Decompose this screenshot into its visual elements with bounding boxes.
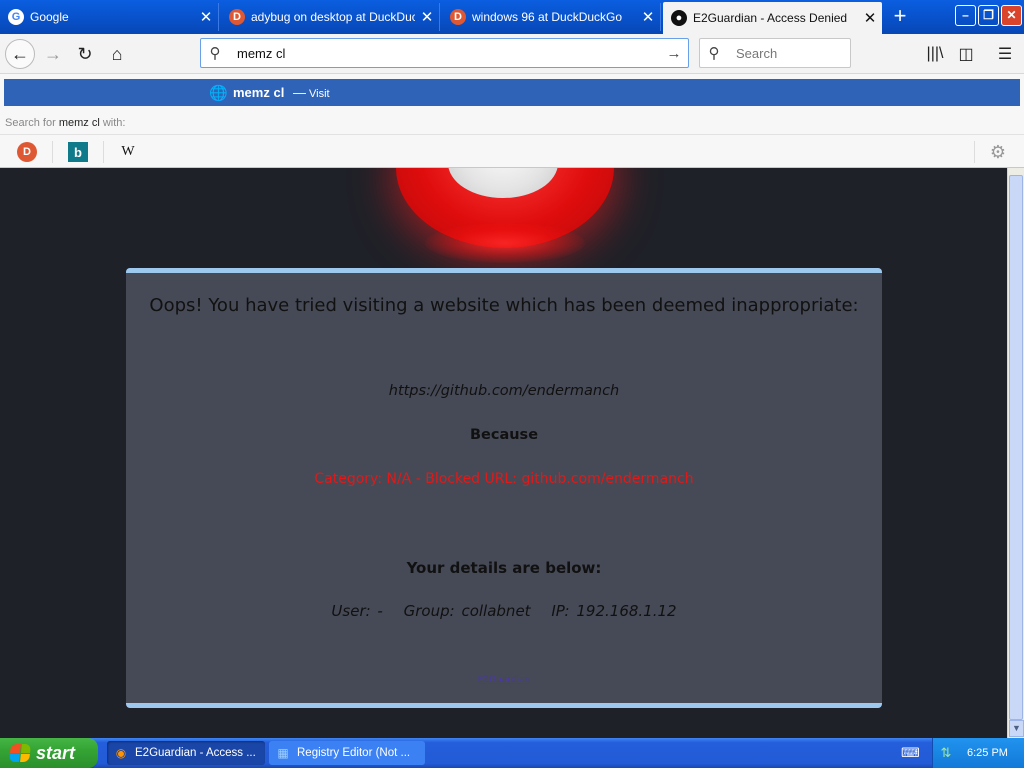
tab-e2guardian[interactable]: ● E2Guardian - Access Denied ✕ xyxy=(663,2,882,34)
engine-glyph: D xyxy=(23,146,31,158)
duckduckgo-icon: D xyxy=(450,9,466,25)
windows-logo-icon xyxy=(9,744,31,762)
group-value: Group: collabnet xyxy=(403,602,531,620)
search-icon: ⚲ xyxy=(708,45,720,62)
details-heading: Your details are below: xyxy=(406,559,602,577)
search-for-query: memz cl xyxy=(58,117,100,129)
close-icon[interactable]: ✕ xyxy=(636,8,660,26)
system-tray: ⇅ 6:25 PM xyxy=(932,738,1024,768)
search-engines-row: D b W ⚙ xyxy=(0,134,1024,168)
task-label: Registry Editor (Not ... xyxy=(297,747,411,759)
gear-icon[interactable]: ⚙ xyxy=(988,142,1008,162)
minimize-button[interactable]: – xyxy=(955,5,976,26)
access-denied-panel: Oops! You have tried visiting a website … xyxy=(126,268,882,708)
suggestion-text: memz cl xyxy=(233,85,285,100)
github-icon: ● xyxy=(671,10,687,26)
tab-title: adybug on desktop at DuckDuckGo xyxy=(251,10,415,24)
footer-link[interactable]: E2Guardian xyxy=(126,675,882,685)
tab-bar: G Google ✕ D adybug on desktop at DuckDu… xyxy=(0,0,1024,34)
search-with-label: Search for memz cl with: xyxy=(5,117,125,129)
menu-icon[interactable]: ☰ xyxy=(994,43,1016,65)
tab-duckduckgo-adybug[interactable]: D adybug on desktop at DuckDuckGo ✕ xyxy=(221,3,440,31)
globe-icon: 🌐 xyxy=(209,85,228,102)
network-icon[interactable]: ⇅ xyxy=(933,745,959,761)
vertical-scrollbar[interactable]: ▼ xyxy=(1007,168,1024,738)
logo-glow xyxy=(425,223,585,263)
suggestion-dash: — xyxy=(293,85,306,100)
firefox-icon: ◉ xyxy=(115,746,127,760)
user-value: User: - xyxy=(331,602,383,620)
tab-title: Google xyxy=(30,10,69,24)
google-icon: G xyxy=(8,9,24,25)
taskbar-item-firefox[interactable]: ◉ E2Guardian - Access ... xyxy=(107,741,265,765)
taskbar: start ◉ E2Guardian - Access ... ▦ Regist… xyxy=(0,738,1024,768)
scroll-down-button[interactable]: ▼ xyxy=(1009,720,1024,737)
search-for-suffix: with: xyxy=(102,117,126,129)
new-tab-button[interactable]: + xyxy=(886,4,914,30)
tab-duckduckgo-windows96[interactable]: D windows 96 at DuckDuckGo ✕ xyxy=(442,3,661,31)
duckduckgo-engine-icon[interactable]: D xyxy=(17,142,37,162)
url-input[interactable]: memz cl xyxy=(229,46,660,61)
start-button[interactable]: start xyxy=(0,738,98,768)
tab-title: E2Guardian - Access Denied xyxy=(693,11,848,25)
taskbar-item-regedit[interactable]: ▦ Registry Editor (Not ... xyxy=(269,741,425,765)
keyboard-icon[interactable]: ⌨ xyxy=(901,745,920,761)
ip-value: IP: 192.168.1.12 xyxy=(551,602,677,620)
go-arrow-icon[interactable]: → xyxy=(660,45,688,62)
start-label: start xyxy=(36,742,76,763)
bing-engine-icon[interactable]: b xyxy=(68,142,88,162)
wikipedia-engine-icon[interactable]: W xyxy=(118,142,138,162)
library-icon[interactable]: |||\ xyxy=(924,43,946,65)
because-label: Because xyxy=(469,427,539,443)
url-suggestions-dropdown: 🌐 memz cl — Visit Search for memz cl wit… xyxy=(0,74,1024,168)
clock[interactable]: 6:25 PM xyxy=(967,747,1008,759)
duckduckgo-icon: D xyxy=(229,9,245,25)
url-bar[interactable]: ⚲ memz cl → xyxy=(200,38,689,68)
suggestion-row[interactable]: 🌐 memz cl — Visit xyxy=(4,79,1020,106)
close-icon[interactable]: ✕ xyxy=(858,9,882,27)
task-label: E2Guardian - Access ... xyxy=(135,747,256,759)
user-details: User: - Group: collabnet IP: 192.168.1.1… xyxy=(126,602,882,620)
search-for-prefix: Search for xyxy=(5,117,56,129)
engine-glyph: W xyxy=(121,144,135,159)
search-placeholder: Search xyxy=(736,45,778,61)
engine-glyph: b xyxy=(74,144,82,160)
blocked-url: https://github.com/endermanch xyxy=(388,383,620,399)
tab-google[interactable]: G Google ✕ xyxy=(0,3,219,31)
close-icon[interactable]: ✕ xyxy=(415,8,439,26)
restore-button[interactable]: ❐ xyxy=(978,5,999,26)
search-bar[interactable]: ⚲ Search xyxy=(699,38,851,68)
regedit-icon: ▦ xyxy=(277,746,289,760)
back-button[interactable]: ← xyxy=(5,39,35,69)
page-content: Oops! You have tried visiting a website … xyxy=(0,168,1007,738)
sidebar-icon[interactable]: ◫ xyxy=(955,43,977,65)
page-headline: Oops! You have tried visiting a website … xyxy=(149,295,859,316)
search-icon: ⚲ xyxy=(209,45,221,62)
close-icon[interactable]: ✕ xyxy=(194,8,218,26)
window-close-button[interactable]: ✕ xyxy=(1001,5,1022,26)
tab-title: windows 96 at DuckDuckGo xyxy=(472,10,623,24)
block-reason: Category: N/A - Blocked URL: github.com/… xyxy=(314,471,694,487)
suggestion-action: Visit xyxy=(309,88,330,100)
reload-button[interactable]: ↻ xyxy=(70,39,100,69)
scroll-thumb[interactable] xyxy=(1009,175,1023,720)
home-button[interactable]: ⌂ xyxy=(102,39,132,69)
forward-button[interactable]: → xyxy=(38,39,68,69)
navigation-bar: ← → ↻ ⌂ ⚲ memz cl → ⚲ Search |||\ ◫ ☰ xyxy=(0,34,1024,74)
